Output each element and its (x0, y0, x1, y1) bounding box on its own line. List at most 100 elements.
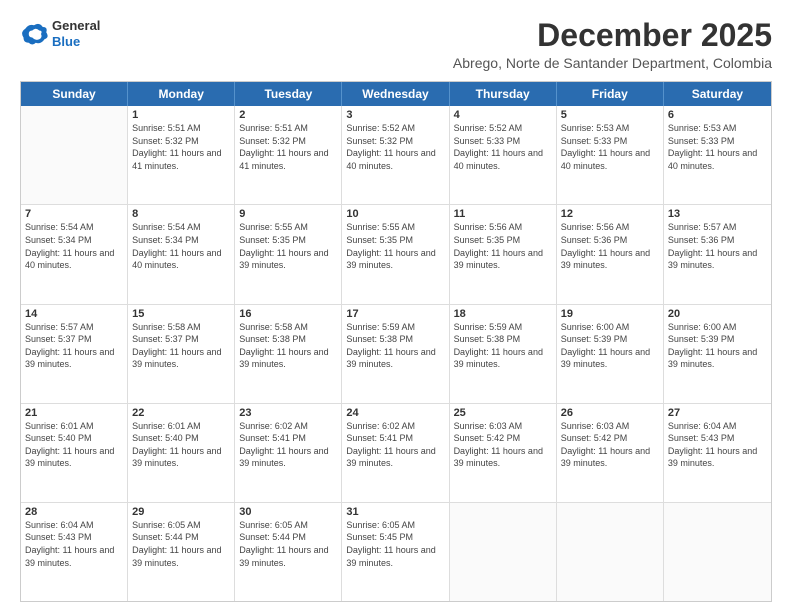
daylight-text: Daylight: 11 hours and 39 minutes. (239, 247, 337, 272)
day-number: 16 (239, 308, 337, 320)
calendar-cell: 14Sunrise: 5:57 AMSunset: 5:37 PMDayligh… (21, 305, 128, 403)
calendar-row-1: 7Sunrise: 5:54 AMSunset: 5:34 PMDaylight… (21, 205, 771, 304)
sunrise-text: Sunrise: 5:59 AM (454, 321, 552, 334)
sunset-text: Sunset: 5:40 PM (25, 432, 123, 445)
calendar-cell: 11Sunrise: 5:56 AMSunset: 5:35 PMDayligh… (450, 205, 557, 303)
sunset-text: Sunset: 5:33 PM (454, 135, 552, 148)
daylight-text: Daylight: 11 hours and 39 minutes. (239, 445, 337, 470)
day-number: 9 (239, 208, 337, 220)
sunset-text: Sunset: 5:41 PM (346, 432, 444, 445)
title-block: December 2025 Abrego, Norte de Santander… (453, 18, 772, 71)
calendar-cell: 16Sunrise: 5:58 AMSunset: 5:38 PMDayligh… (235, 305, 342, 403)
sunrise-text: Sunrise: 5:54 AM (25, 221, 123, 234)
logo: General Blue (20, 18, 100, 49)
sunset-text: Sunset: 5:32 PM (239, 135, 337, 148)
header-day-wednesday: Wednesday (342, 82, 449, 106)
daylight-text: Daylight: 11 hours and 39 minutes. (346, 247, 444, 272)
daylight-text: Daylight: 11 hours and 39 minutes. (25, 346, 123, 371)
daylight-text: Daylight: 11 hours and 40 minutes. (25, 247, 123, 272)
sunset-text: Sunset: 5:39 PM (561, 333, 659, 346)
day-number: 31 (346, 506, 444, 518)
day-number: 2 (239, 109, 337, 121)
calendar-cell: 3Sunrise: 5:52 AMSunset: 5:32 PMDaylight… (342, 106, 449, 204)
daylight-text: Daylight: 11 hours and 39 minutes. (25, 544, 123, 569)
day-number: 11 (454, 208, 552, 220)
sunrise-text: Sunrise: 6:02 AM (239, 420, 337, 433)
header: General Blue December 2025 Abrego, Norte… (20, 18, 772, 71)
daylight-text: Daylight: 11 hours and 39 minutes. (239, 346, 337, 371)
day-number: 20 (668, 308, 767, 320)
sunrise-text: Sunrise: 6:00 AM (668, 321, 767, 334)
daylight-text: Daylight: 11 hours and 40 minutes. (454, 147, 552, 172)
daylight-text: Daylight: 11 hours and 39 minutes. (239, 544, 337, 569)
calendar-cell: 29Sunrise: 6:05 AMSunset: 5:44 PMDayligh… (128, 503, 235, 601)
sunrise-text: Sunrise: 5:53 AM (668, 122, 767, 135)
sunset-text: Sunset: 5:42 PM (454, 432, 552, 445)
sunrise-text: Sunrise: 5:56 AM (561, 221, 659, 234)
day-number: 10 (346, 208, 444, 220)
day-number: 5 (561, 109, 659, 121)
calendar-cell: 17Sunrise: 5:59 AMSunset: 5:38 PMDayligh… (342, 305, 449, 403)
sunrise-text: Sunrise: 6:02 AM (346, 420, 444, 433)
sunrise-text: Sunrise: 6:03 AM (454, 420, 552, 433)
sunrise-text: Sunrise: 5:52 AM (346, 122, 444, 135)
subtitle: Abrego, Norte de Santander Department, C… (453, 55, 772, 71)
day-number: 24 (346, 407, 444, 419)
day-number: 28 (25, 506, 123, 518)
day-number: 7 (25, 208, 123, 220)
sunset-text: Sunset: 5:32 PM (132, 135, 230, 148)
day-number: 3 (346, 109, 444, 121)
logo-text: General Blue (52, 18, 100, 49)
calendar-cell: 20Sunrise: 6:00 AMSunset: 5:39 PMDayligh… (664, 305, 771, 403)
sunrise-text: Sunrise: 5:51 AM (132, 122, 230, 135)
calendar-cell: 7Sunrise: 5:54 AMSunset: 5:34 PMDaylight… (21, 205, 128, 303)
sunrise-text: Sunrise: 6:01 AM (132, 420, 230, 433)
day-number: 25 (454, 407, 552, 419)
sunrise-text: Sunrise: 5:56 AM (454, 221, 552, 234)
calendar-cell: 15Sunrise: 5:58 AMSunset: 5:37 PMDayligh… (128, 305, 235, 403)
sunrise-text: Sunrise: 5:53 AM (561, 122, 659, 135)
day-number: 23 (239, 407, 337, 419)
sunset-text: Sunset: 5:35 PM (346, 234, 444, 247)
daylight-text: Daylight: 11 hours and 39 minutes. (561, 346, 659, 371)
daylight-text: Daylight: 11 hours and 39 minutes. (454, 445, 552, 470)
calendar-cell: 21Sunrise: 6:01 AMSunset: 5:40 PMDayligh… (21, 404, 128, 502)
calendar-cell: 6Sunrise: 5:53 AMSunset: 5:33 PMDaylight… (664, 106, 771, 204)
daylight-text: Daylight: 11 hours and 40 minutes. (561, 147, 659, 172)
sunrise-text: Sunrise: 5:58 AM (239, 321, 337, 334)
daylight-text: Daylight: 11 hours and 39 minutes. (668, 247, 767, 272)
day-number: 6 (668, 109, 767, 121)
daylight-text: Daylight: 11 hours and 39 minutes. (454, 346, 552, 371)
sunset-text: Sunset: 5:40 PM (132, 432, 230, 445)
header-day-monday: Monday (128, 82, 235, 106)
daylight-text: Daylight: 11 hours and 39 minutes. (668, 346, 767, 371)
page: General Blue December 2025 Abrego, Norte… (0, 0, 792, 612)
daylight-text: Daylight: 11 hours and 39 minutes. (132, 445, 230, 470)
day-number: 17 (346, 308, 444, 320)
day-number: 13 (668, 208, 767, 220)
day-number: 27 (668, 407, 767, 419)
sunrise-text: Sunrise: 6:00 AM (561, 321, 659, 334)
calendar-cell (664, 503, 771, 601)
sunrise-text: Sunrise: 5:57 AM (25, 321, 123, 334)
sunset-text: Sunset: 5:43 PM (668, 432, 767, 445)
sunset-text: Sunset: 5:38 PM (239, 333, 337, 346)
sunrise-text: Sunrise: 5:55 AM (239, 221, 337, 234)
calendar-cell: 24Sunrise: 6:02 AMSunset: 5:41 PMDayligh… (342, 404, 449, 502)
logo-line1: General (52, 18, 100, 34)
daylight-text: Daylight: 11 hours and 39 minutes. (132, 346, 230, 371)
sunset-text: Sunset: 5:34 PM (25, 234, 123, 247)
day-number: 29 (132, 506, 230, 518)
daylight-text: Daylight: 11 hours and 41 minutes. (132, 147, 230, 172)
day-number: 12 (561, 208, 659, 220)
day-number: 30 (239, 506, 337, 518)
day-number: 8 (132, 208, 230, 220)
calendar-cell: 28Sunrise: 6:04 AMSunset: 5:43 PMDayligh… (21, 503, 128, 601)
sunrise-text: Sunrise: 5:51 AM (239, 122, 337, 135)
calendar-cell (450, 503, 557, 601)
daylight-text: Daylight: 11 hours and 39 minutes. (132, 544, 230, 569)
sunrise-text: Sunrise: 6:05 AM (132, 519, 230, 532)
sunset-text: Sunset: 5:38 PM (346, 333, 444, 346)
sunrise-text: Sunrise: 5:58 AM (132, 321, 230, 334)
calendar-header: SundayMondayTuesdayWednesdayThursdayFrid… (21, 82, 771, 106)
